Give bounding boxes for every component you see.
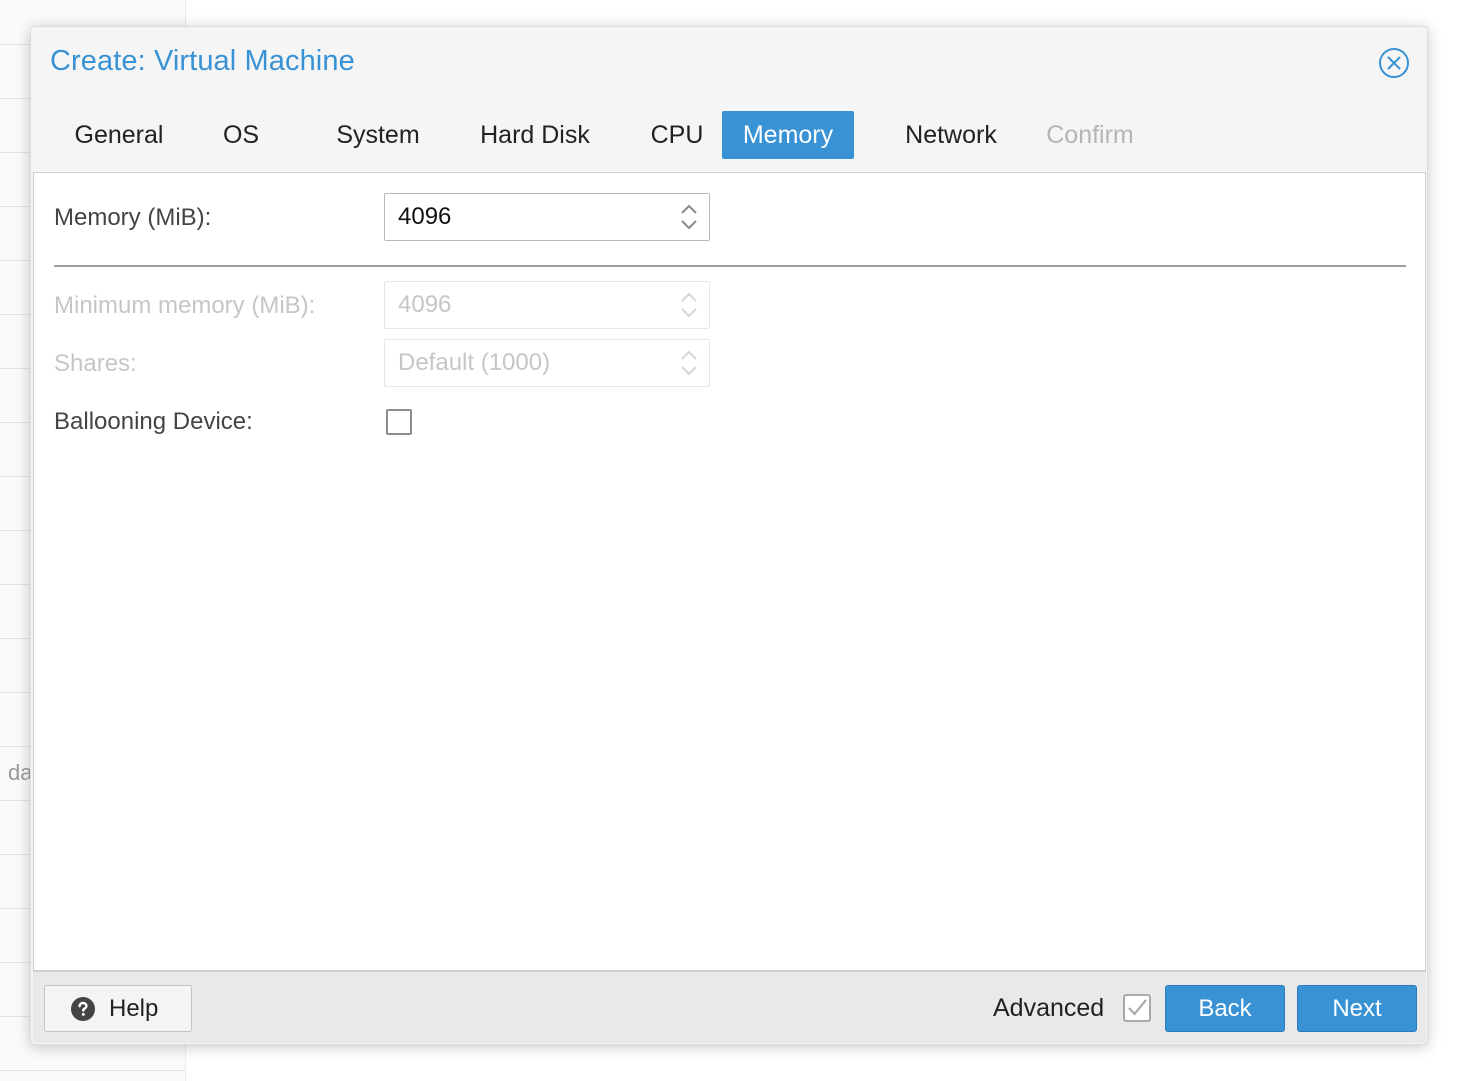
memory-label: Memory (MiB): — [54, 204, 212, 231]
spinner-arrows-icon — [679, 348, 699, 378]
close-icon[interactable] — [1378, 47, 1410, 79]
tab-network[interactable]: Network — [886, 111, 1016, 159]
minimum-memory-spinner: 4096 — [384, 281, 710, 329]
tab-general[interactable]: General — [54, 111, 184, 159]
advanced-separator — [54, 265, 1406, 267]
spinner-arrows-icon[interactable] — [679, 202, 699, 232]
tab-cpu[interactable]: CPU — [632, 111, 722, 159]
next-button[interactable]: Next — [1297, 985, 1417, 1032]
spinner-arrows-icon — [679, 290, 699, 320]
memory-spinner[interactable]: 4096 — [384, 193, 710, 241]
ballooning-label: Ballooning Device: — [54, 408, 253, 435]
create-vm-dialog: Create: Virtual Machine General OS Syste… — [30, 26, 1428, 1045]
memory-value[interactable]: 4096 — [398, 194, 451, 240]
shares-label: Shares: — [54, 350, 137, 377]
tab-system[interactable]: System — [318, 111, 438, 159]
tab-hard-disk[interactable]: Hard Disk — [460, 111, 610, 159]
back-button[interactable]: Back — [1165, 985, 1285, 1032]
tab-os[interactable]: OS — [210, 111, 272, 159]
shares-spinner: Default (1000) — [384, 339, 710, 387]
ballooning-checkbox[interactable] — [386, 409, 412, 435]
advanced-checkbox[interactable] — [1123, 994, 1151, 1022]
tab-confirm: Confirm — [1046, 121, 1134, 149]
memory-panel: Memory (MiB): 4096 Minimum memory (MiB):… — [33, 172, 1426, 971]
dialog-title: Create: Virtual Machine — [50, 45, 355, 77]
background-text-fragment: da — [8, 760, 33, 785]
tab-memory[interactable]: Memory — [722, 111, 854, 159]
shares-value: Default (1000) — [398, 349, 551, 376]
help-label: Help — [109, 995, 159, 1022]
dialog-footer: Help Advanced Back Next — [33, 971, 1426, 1043]
minimum-memory-label: Minimum memory (MiB): — [54, 292, 316, 319]
question-circle-icon — [71, 997, 95, 1021]
minimum-memory-value: 4096 — [398, 291, 452, 318]
help-button[interactable]: Help — [44, 985, 192, 1032]
background-row-divider — [0, 1070, 186, 1071]
advanced-label: Advanced — [993, 994, 1105, 1022]
